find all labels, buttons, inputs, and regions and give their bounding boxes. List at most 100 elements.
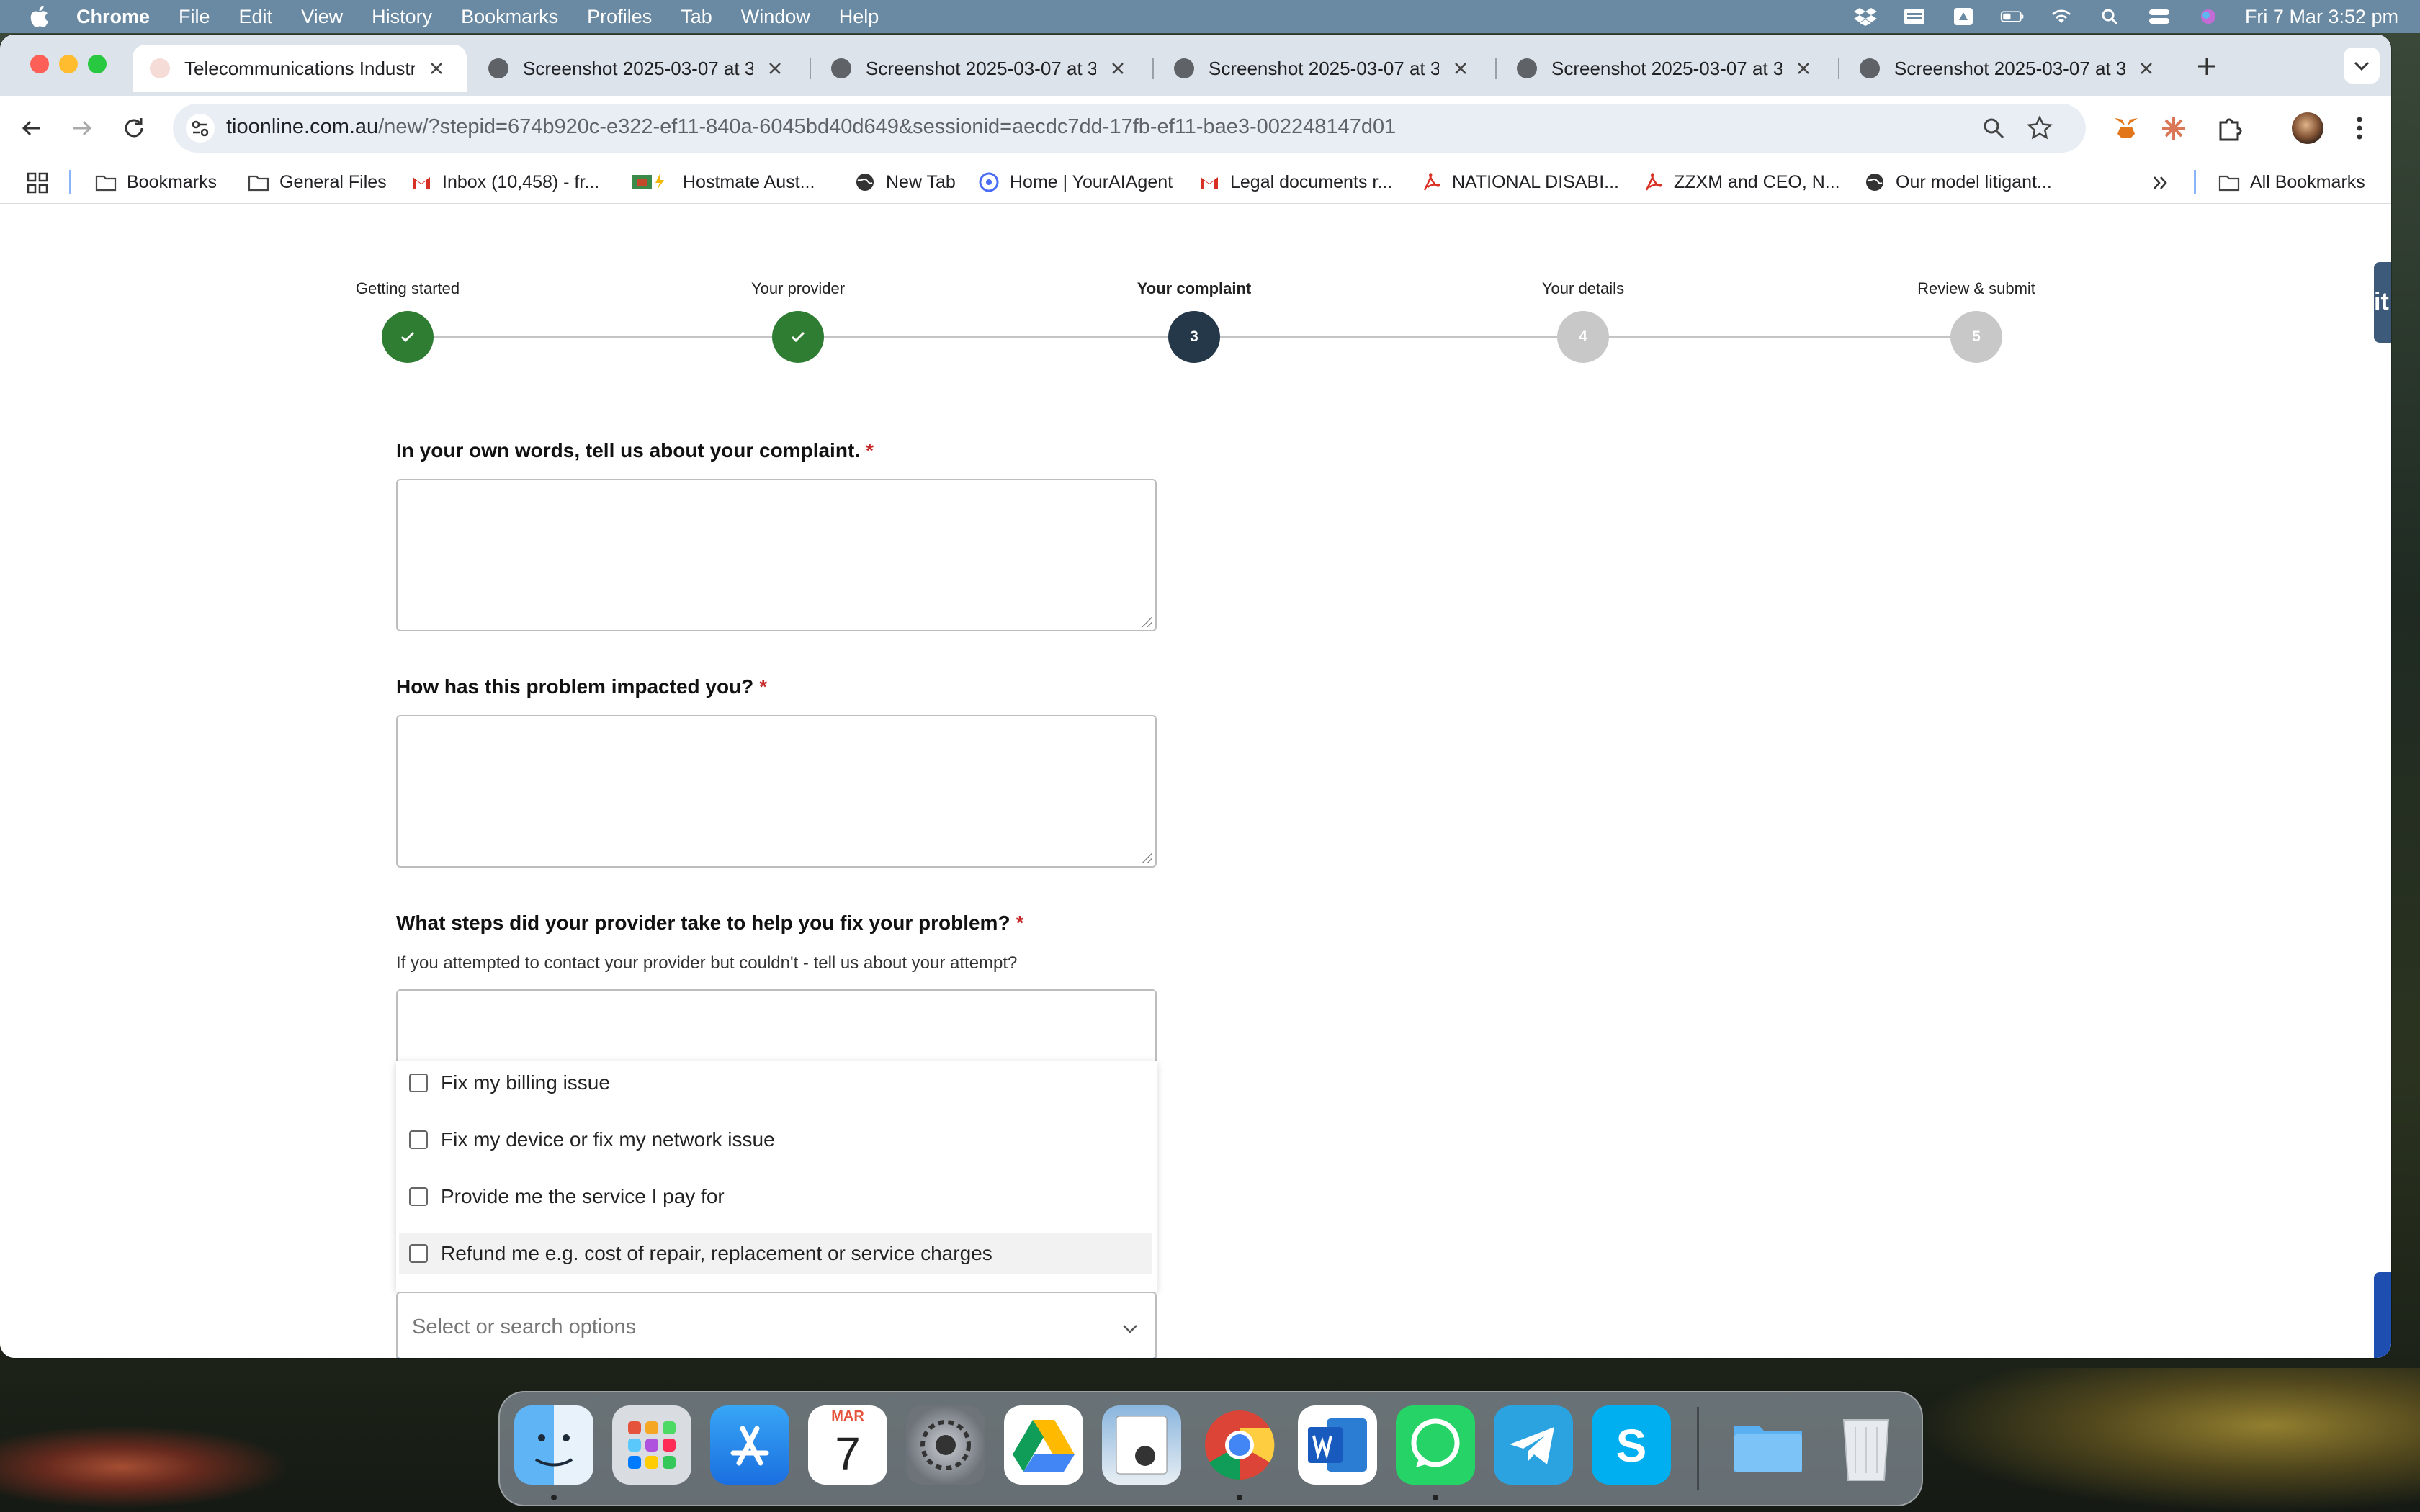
url-text[interactable]: tioonline.com.au/new/?stepid=674b920c-e3… (226, 115, 1396, 139)
menu-profiles[interactable]: Profiles (587, 6, 652, 28)
siri-icon[interactable] (2196, 7, 2220, 26)
kebab-menu-icon[interactable] (2344, 112, 2375, 144)
skype-icon[interactable]: S (1592, 1405, 1671, 1485)
chevron-down-icon[interactable] (1119, 1318, 1141, 1339)
close-tab-icon[interactable] (428, 60, 445, 77)
step-your-provider[interactable]: Your provider (690, 204, 906, 363)
wifi-icon[interactable] (2049, 7, 2074, 26)
menu-bookmarks[interactable]: Bookmarks (461, 6, 558, 28)
option-provide-service[interactable]: Provide me the service I pay for (399, 1176, 1152, 1217)
tab-screenshot-4[interactable]: Screenshot 2025-03-07 at 3 (1500, 45, 1834, 92)
chrome-icon[interactable] (1200, 1405, 1279, 1485)
spotlight-search-icon[interactable] (2098, 7, 2123, 26)
impact-textarea[interactable] (396, 715, 1157, 868)
microsoft-word-icon[interactable] (1298, 1405, 1377, 1485)
tab-telecommunications[interactable]: Telecommunications Industry (133, 45, 467, 92)
menu-tab[interactable]: Tab (681, 6, 712, 28)
menu-window[interactable]: Window (741, 6, 810, 28)
side-tab-button[interactable]: it (2374, 262, 2391, 343)
battery-icon[interactable] (2000, 7, 2025, 26)
options-search-input[interactable] (411, 1312, 1062, 1342)
step-review-submit[interactable]: Review & submit 5 (1868, 204, 2084, 363)
forward-arrow-icon[interactable] (68, 114, 97, 143)
close-tab-icon[interactable] (766, 60, 784, 77)
step-your-details[interactable]: Your details 4 (1475, 204, 1691, 363)
telegram-icon[interactable] (1494, 1405, 1573, 1485)
apple-logo-icon[interactable] (29, 5, 49, 28)
bookmark-item[interactable]: Inbox (10,458) - fr... (411, 168, 599, 196)
bookmark-item[interactable]: NATIONAL DISABI... (1420, 168, 1619, 196)
option-checkbox[interactable] (409, 1130, 428, 1149)
bookmark-item[interactable]: Our model litigant... (1864, 168, 2052, 196)
maximize-window-button[interactable] (88, 55, 107, 73)
dropbox-icon[interactable] (1853, 7, 1878, 26)
complaint-textarea[interactable] (396, 479, 1157, 631)
back-arrow-icon[interactable] (17, 114, 46, 143)
app-store-icon[interactable] (710, 1405, 789, 1485)
minimize-window-button[interactable] (59, 55, 78, 73)
option-checkbox[interactable] (409, 1074, 428, 1092)
tab-screenshot-5[interactable]: Screenshot 2025-03-07 at 3 (1842, 45, 2177, 92)
apps-grid-icon[interactable] (26, 171, 49, 194)
close-tab-icon[interactable] (1795, 60, 1812, 77)
resize-grip-icon[interactable] (1142, 853, 1152, 863)
menubar-datetime[interactable]: Fri 7 Mar 3:52 pm (2245, 6, 2398, 28)
bookmark-item[interactable]: Bookmarks (95, 168, 217, 196)
new-tab-plus-icon[interactable] (2195, 55, 2218, 78)
site-info-icon[interactable] (186, 114, 215, 143)
menu-app-name[interactable]: Chrome (76, 6, 150, 28)
profile-avatar[interactable] (2292, 112, 2323, 144)
menu-view[interactable]: View (301, 6, 343, 28)
preview-icon[interactable] (1102, 1405, 1181, 1485)
reload-icon[interactable] (120, 114, 148, 143)
extensions-puzzle-icon[interactable] (2214, 112, 2246, 144)
step-getting-started[interactable]: Getting started (300, 204, 516, 363)
close-tab-icon[interactable] (1452, 60, 1469, 77)
option-label: Provide me the service I pay for (441, 1185, 725, 1207)
options-select[interactable] (396, 1292, 1157, 1358)
tab-search-button[interactable] (2344, 48, 2380, 84)
trash-icon[interactable] (1827, 1405, 1906, 1485)
option-refund[interactable]: Refund me e.g. cost of repair, replaceme… (399, 1233, 1152, 1274)
whatsapp-icon[interactable] (1396, 1405, 1475, 1485)
calendar-icon[interactable]: MAR 7 (808, 1405, 887, 1485)
bookmark-item[interactable]: Home | YourAIAgent (978, 168, 1173, 196)
metamask-extension-icon[interactable] (2110, 112, 2142, 144)
google-drive-icon[interactable] (1004, 1405, 1083, 1485)
control-center-icon[interactable] (2147, 7, 2172, 26)
tab-screenshot-1[interactable]: Screenshot 2025-03-07 at 3 (471, 45, 805, 92)
launchpad-icon[interactable] (612, 1405, 691, 1485)
menu-edit[interactable]: Edit (239, 6, 273, 28)
bookmark-star-icon[interactable] (2025, 114, 2054, 143)
menu-file[interactable]: File (179, 6, 210, 28)
option-fix-billing[interactable]: Fix my billing issue (399, 1063, 1152, 1103)
bookmark-item[interactable]: General Files (248, 168, 387, 196)
close-window-button[interactable] (30, 55, 49, 73)
drive-status-icon[interactable] (1951, 7, 1976, 26)
bookmark-item[interactable]: Hostmate Aust... (631, 168, 815, 196)
finder-icon[interactable] (514, 1405, 593, 1485)
option-checkbox[interactable] (409, 1244, 428, 1263)
bookmark-item[interactable]: Legal documents r... (1198, 168, 1392, 196)
option-fix-device-network[interactable]: Fix my device or fix my network issue (399, 1120, 1152, 1160)
side-feedback-button[interactable] (2374, 1272, 2391, 1358)
address-bar[interactable]: tioonline.com.au/new/?stepid=674b920c-e3… (173, 104, 2086, 153)
tab-screenshot-2[interactable]: Screenshot 2025-03-07 at 3 (814, 45, 1148, 92)
claude-extension-icon[interactable] (2158, 112, 2190, 144)
option-checkbox[interactable] (409, 1187, 428, 1206)
resize-grip-icon[interactable] (1142, 617, 1152, 627)
menu-help[interactable]: Help (839, 6, 879, 28)
close-tab-icon[interactable] (1109, 60, 1126, 77)
window-manager-icon[interactable] (1902, 7, 1927, 26)
more-bookmarks-chevron-icon[interactable] (2151, 173, 2171, 193)
step-your-complaint[interactable]: Your complaint 3 (1086, 204, 1302, 363)
bookmark-item[interactable]: ZZXM and CEO, N... (1642, 168, 1840, 196)
all-bookmarks[interactable]: All Bookmarks (2218, 168, 2365, 196)
system-settings-gear-icon[interactable] (906, 1405, 985, 1485)
close-tab-icon[interactable] (2138, 60, 2155, 77)
menu-history[interactable]: History (372, 6, 432, 28)
folder-icon[interactable] (1729, 1405, 1808, 1485)
zoom-icon[interactable] (1979, 114, 2008, 143)
bookmark-item[interactable]: New Tab (854, 168, 956, 196)
tab-screenshot-3[interactable]: Screenshot 2025-03-07 at 3 (1157, 45, 1491, 92)
